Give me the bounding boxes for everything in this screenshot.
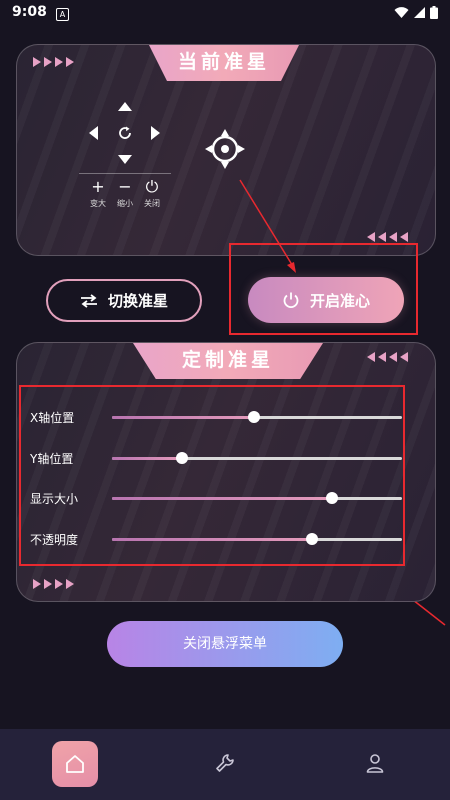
wrench-icon [216,754,234,772]
slider-fill [112,416,255,419]
slider-label: Y轴位置 [30,452,74,466]
slider-thumb[interactable] [326,492,339,504]
slider-track[interactable] [112,533,402,545]
slider-track[interactable] [112,492,402,504]
bottom-nav [0,729,450,800]
slider-row: 不透明度 [30,530,402,550]
slider-track[interactable] [112,411,402,423]
slider-fill [112,457,182,460]
person-icon [366,754,384,773]
decorative-arrows-right-2 [33,579,74,589]
slider-fill [112,497,333,500]
switch-crosshair-button[interactable]: 切换准星 [46,279,202,322]
slider-row: X轴位置 [30,408,402,428]
slider-label: X轴位置 [30,411,75,425]
slider-thumb[interactable] [248,411,261,423]
slider-fill [112,538,313,541]
slider-track[interactable] [112,452,402,464]
slider-thumb[interactable] [175,452,188,464]
enable-crosshair-label: 开启准心 [309,291,370,310]
custom-crosshair-title: 定制准星 [133,343,323,379]
switch-crosshair-label: 切换准星 [107,292,168,310]
slider-label: 不透明度 [30,533,79,547]
nav-profile-button[interactable] [363,751,387,775]
slider-label: 显示大小 [30,492,79,506]
enable-crosshair-button[interactable]: 开启准心 [248,277,404,323]
slider-thumb[interactable] [306,533,319,545]
switch-arrows-icon [80,293,97,308]
home-icon [66,755,84,773]
slider-row: Y轴位置 [30,449,402,469]
slider-row: 显示大小 [30,489,402,509]
decorative-arrows-left-2 [367,352,408,362]
nav-tools-button[interactable] [213,751,237,775]
power-icon [283,292,299,309]
nav-home-button[interactable] [52,741,98,787]
close-floating-menu-button[interactable]: 关闭悬浮菜单 [107,621,343,667]
